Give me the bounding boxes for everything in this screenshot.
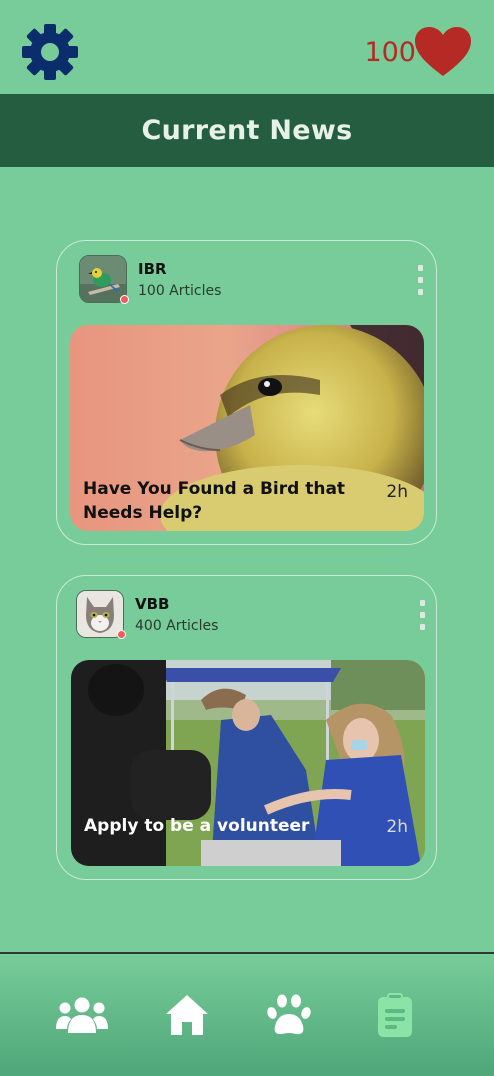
page-title: Current News xyxy=(141,115,353,146)
kebab-dot xyxy=(419,624,425,630)
bottom-nav xyxy=(0,954,494,1076)
kebab-dot xyxy=(417,265,423,271)
nav-community-button[interactable] xyxy=(55,992,109,1038)
nav-pets-button[interactable] xyxy=(262,992,316,1038)
likes-counter[interactable]: 100 xyxy=(364,26,472,78)
online-status-dot xyxy=(120,295,129,304)
news-time: 2h xyxy=(386,482,408,502)
clipboard-icon xyxy=(378,993,412,1037)
likes-count: 100 xyxy=(364,36,416,68)
org-article-count: 400 Articles xyxy=(135,618,219,634)
cat-avatar-image xyxy=(77,591,123,637)
org-avatar[interactable] xyxy=(79,255,129,304)
org-avatar[interactable] xyxy=(76,590,126,639)
nav-home-button[interactable] xyxy=(160,992,214,1038)
kebab-dot xyxy=(419,600,425,606)
more-options-button[interactable] xyxy=(418,600,426,630)
news-card[interactable]: IBR 100 Articles Have You Found a Bird t… xyxy=(56,240,437,545)
kebab-dot xyxy=(417,289,423,295)
top-bar: 100 xyxy=(0,0,494,94)
page-header: Current News xyxy=(0,94,494,167)
kebab-dot xyxy=(419,612,425,618)
gear-icon xyxy=(22,24,78,80)
paw-icon xyxy=(267,994,311,1035)
settings-button[interactable] xyxy=(20,22,80,82)
online-status-dot xyxy=(117,630,126,639)
org-name: IBR xyxy=(138,260,167,278)
heart-icon xyxy=(415,27,471,76)
people-icon xyxy=(56,997,108,1033)
news-title: Apply to be a volunteer xyxy=(84,816,310,837)
org-article-count: 100 Articles xyxy=(138,283,222,299)
kebab-dot xyxy=(417,277,423,283)
nav-news-button[interactable] xyxy=(368,992,422,1038)
news-title: Have You Found a Bird that Needs Help? xyxy=(83,479,346,524)
bird-avatar-image xyxy=(80,256,126,302)
more-options-button[interactable] xyxy=(416,265,424,295)
news-card[interactable]: VBB 400 Articles Apply to be a volunteer… xyxy=(56,575,437,880)
home-icon xyxy=(166,995,208,1035)
org-name: VBB xyxy=(135,595,170,613)
news-time: 2h xyxy=(386,817,408,837)
